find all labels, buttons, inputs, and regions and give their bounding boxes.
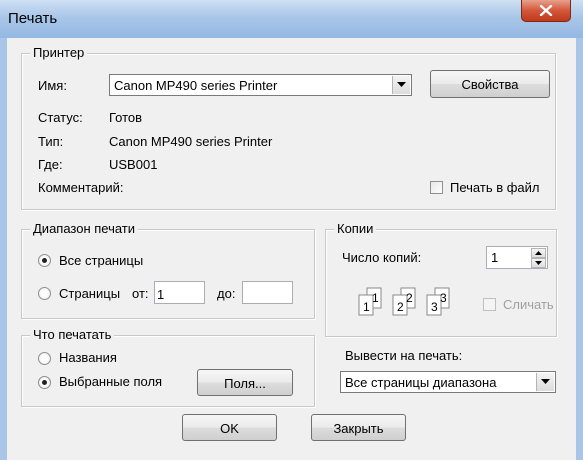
ok-button[interactable]: OK (182, 414, 277, 441)
selected-fields-radio[interactable] (38, 376, 51, 389)
all-pages-label[interactable]: Все страницы (59, 253, 143, 269)
pages-radio[interactable] (38, 287, 51, 300)
collate-page-number: 2 (397, 300, 404, 314)
output-dropdown-arrow[interactable] (536, 373, 554, 391)
names-label[interactable]: Названия (59, 350, 117, 366)
to-page-input[interactable] (242, 281, 293, 304)
type-value: Canon MP490 series Printer (109, 134, 273, 149)
print-to-file-label[interactable]: Печать в файл (450, 180, 540, 196)
names-radio[interactable] (38, 352, 51, 365)
title-bar[interactable]: Печать (0, 0, 583, 38)
printer-name-value: Canon MP490 series Printer (114, 78, 278, 93)
print-range-group-label: Диапазон печати (30, 221, 139, 237)
printer-group-label: Принтер (30, 45, 88, 61)
print-dialog: Принтер Имя: Canon MP490 series Printer … (7, 38, 576, 460)
copies-count-stepper[interactable]: 1 (486, 246, 548, 269)
copies-increment-button[interactable] (531, 248, 546, 258)
printer-dropdown-arrow[interactable] (392, 76, 410, 94)
collate-page-number: 1 (363, 300, 370, 314)
copies-group-label: Копии (334, 221, 377, 237)
collate-page-number: 1 (372, 291, 379, 305)
output-label: Вывести на печать: (345, 348, 463, 363)
properties-button[interactable]: Свойства (430, 70, 550, 98)
collate-illustration-icon: 1 1 2 2 3 3 (358, 287, 450, 316)
status-value: Готов (109, 110, 143, 125)
chevron-down-icon (541, 379, 550, 384)
from-label: от: (132, 286, 149, 301)
spin-down-icon (535, 261, 542, 265)
type-label: Тип: (38, 134, 64, 149)
close-window-button[interactable] (521, 0, 571, 22)
properties-button-label: Свойства (461, 77, 519, 92)
from-page-input[interactable] (154, 281, 205, 304)
collate-page-number: 3 (431, 300, 438, 314)
close-button[interactable]: Закрыть (311, 414, 406, 441)
copies-count-value: 1 (491, 250, 499, 265)
collate-page-number: 3 (440, 291, 447, 305)
print-to-file-checkbox[interactable] (430, 181, 443, 194)
output-select[interactable]: Все страницы диапазона (340, 371, 556, 393)
copies-count-label: Число копий: (342, 250, 422, 265)
where-value: USB001 (109, 157, 158, 172)
collate-label: Сличать (503, 297, 554, 312)
printer-name-select[interactable]: Canon MP490 series Printer (109, 74, 412, 96)
comment-label: Комментарий: (38, 180, 124, 195)
output-value: Все страницы диапазона (345, 375, 497, 390)
close-button-label: Закрыть (333, 421, 384, 436)
pages-label[interactable]: Страницы (59, 286, 120, 302)
print-range-group: Диапазон печати (21, 221, 315, 319)
what-to-print-group-label: Что печатать (30, 327, 115, 343)
close-icon (539, 5, 553, 16)
collate-page-number: 2 (406, 291, 413, 305)
where-label: Где: (38, 157, 63, 172)
to-label: до: (217, 286, 236, 301)
fields-button[interactable]: Поля... (197, 369, 293, 396)
window-title: Печать (8, 10, 58, 27)
chevron-down-icon (397, 82, 406, 87)
spin-up-icon (535, 251, 542, 255)
collate-checkbox[interactable] (483, 298, 496, 311)
all-pages-radio[interactable] (38, 254, 51, 267)
copies-decrement-button[interactable] (531, 258, 546, 268)
fields-button-label: Поля... (224, 376, 266, 391)
selected-fields-label[interactable]: Выбранные поля (59, 374, 162, 390)
ok-button-label: OK (220, 421, 239, 436)
printer-name-label: Имя: (38, 78, 67, 93)
status-label: Статус: (38, 110, 83, 125)
